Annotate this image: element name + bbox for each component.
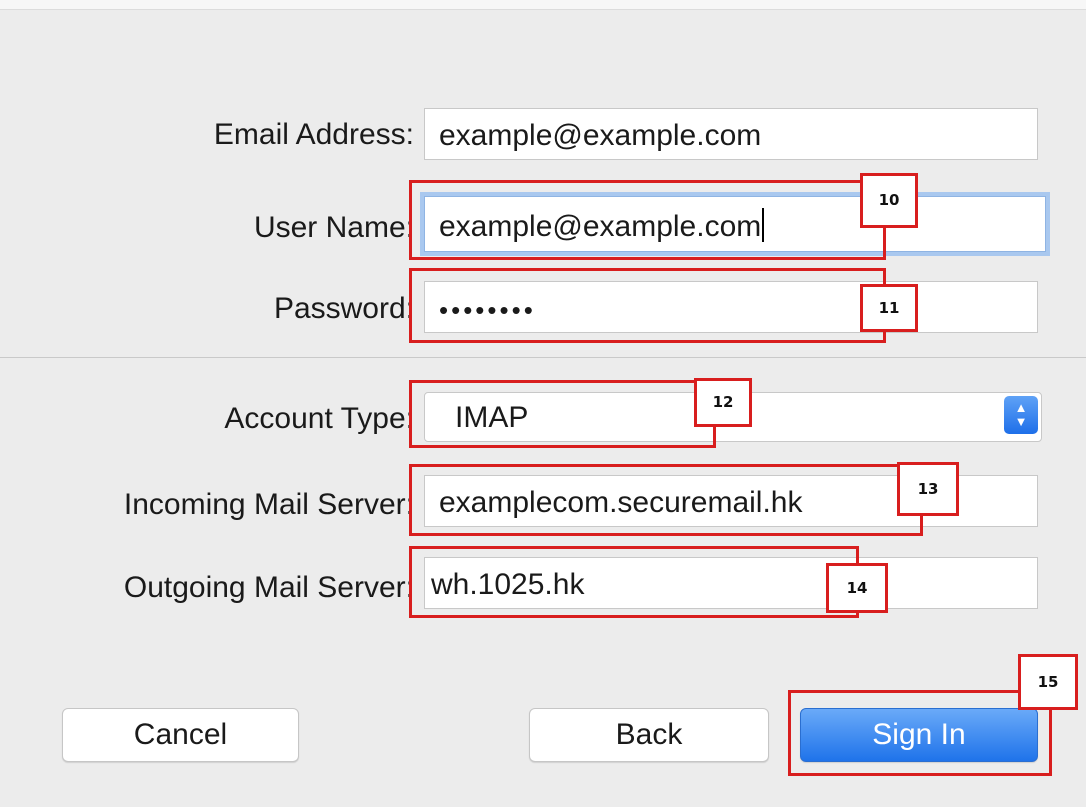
highlight-box-15 [788, 690, 1052, 776]
email-label: Email Address: [213, 118, 414, 151]
step-badge-12: 12 [694, 378, 752, 427]
highlight-box-14 [409, 546, 859, 618]
highlight-box-10 [409, 180, 886, 260]
step-badge-10: 10 [860, 173, 918, 228]
username-label: User Name: [253, 211, 414, 244]
section-divider [0, 357, 1086, 358]
window-top-edge [0, 0, 1086, 10]
account-type-label: Account Type: [224, 402, 414, 435]
highlight-box-12 [409, 380, 716, 448]
highlight-box-13 [409, 464, 923, 536]
email-field[interactable]: example@example.com [424, 108, 1038, 160]
step-badge-11: 11 [860, 284, 918, 332]
password-label: Password: [273, 292, 414, 325]
up-down-chevron-icon[interactable]: ▲ ▼ [1004, 396, 1038, 434]
back-button[interactable]: Back [529, 708, 769, 762]
cancel-button[interactable]: Cancel [62, 708, 299, 762]
highlight-box-11 [409, 268, 886, 343]
email-value: example@example.com [439, 119, 762, 152]
step-badge-15: 15 [1018, 654, 1078, 710]
step-badge-13: 13 [897, 462, 959, 516]
outgoing-server-label: Outgoing Mail Server: [123, 571, 414, 604]
step-badge-14: 14 [826, 563, 888, 613]
incoming-server-label: Incoming Mail Server: [123, 488, 414, 521]
